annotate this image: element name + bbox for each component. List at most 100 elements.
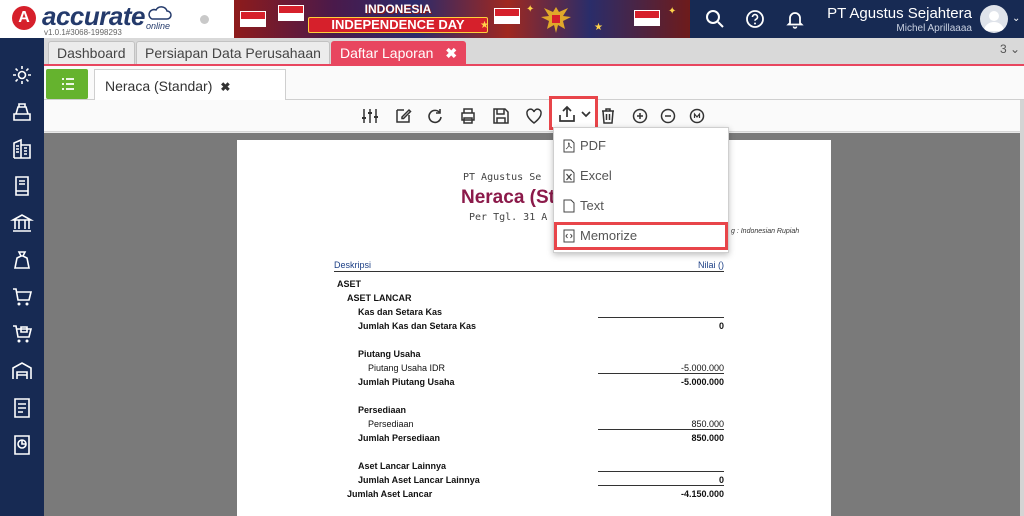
app-window: A accurate online v1.0.1#3068-1998293 IN… <box>0 0 1024 516</box>
report-row-label: ASET <box>337 279 362 289</box>
status-dot <box>200 15 209 24</box>
list-menu-button[interactable] <box>46 69 88 99</box>
menu-item-label: Text <box>580 198 604 213</box>
report-row-value: 850.000 <box>691 419 724 429</box>
zoom-in-icon[interactable] <box>630 106 650 126</box>
tab-label: Daftar Laporan <box>340 45 434 61</box>
banner-title: INDONESIA INDEPENDENCE DAY <box>308 2 488 33</box>
logo-text: accurate <box>42 1 145 31</box>
report-icon[interactable] <box>10 433 34 457</box>
user-name: Michel Aprillaaaa <box>896 23 972 34</box>
company-switcher[interactable]: PT Agustus Sejahtera Michel Aprillaaaa <box>800 5 972 35</box>
logo-online: online <box>146 21 171 31</box>
tax-icon[interactable] <box>10 396 34 420</box>
report-title: Neraca (Sta <box>461 187 566 208</box>
report-row-value: -5.000.000 <box>680 377 724 387</box>
excel-file-icon <box>563 169 575 183</box>
report-row-label: Piutang Usaha <box>358 349 421 359</box>
tab-persiapan-data[interactable]: Persiapan Data Perusahaan <box>136 41 330 64</box>
report-row-value: 0 <box>718 475 724 485</box>
close-icon[interactable]: ✖ <box>445 42 457 64</box>
star-icon: ✦ <box>526 4 535 15</box>
star-icon: ★ <box>480 20 489 31</box>
zoom-out-icon[interactable] <box>658 106 678 126</box>
report-row-label: ASET LANCAR <box>347 293 412 303</box>
text-file-icon <box>563 199 575 213</box>
tab-neraca-standar[interactable]: Neraca (Standar) ✖ <box>94 69 286 102</box>
cloud-icon <box>148 6 172 20</box>
version-text: v1.0.1#3068-1998293 <box>44 28 122 37</box>
garuda-icon <box>541 7 571 33</box>
report-row-label: Persediaan <box>358 405 407 415</box>
book-icon[interactable] <box>10 174 34 198</box>
flag-icon <box>494 8 520 24</box>
report-row-label: Piutang Usaha IDR <box>368 363 446 373</box>
cart-box-icon[interactable] <box>10 322 34 346</box>
refresh-icon[interactable] <box>425 106 445 126</box>
export-icon <box>559 105 575 122</box>
divider <box>598 485 724 486</box>
memorize-highlight <box>554 222 728 250</box>
report-paper: PT Agustus Se Neraca (Sta Per Tgl. 31 A … <box>237 140 831 516</box>
list-icon <box>62 78 74 90</box>
building-icon[interactable] <box>10 137 34 161</box>
cash-register-icon[interactable] <box>10 100 34 124</box>
cart-icon[interactable] <box>10 285 34 309</box>
tab-label: Persiapan Data Perusahaan <box>145 45 321 61</box>
report-row-value: 0 <box>718 321 724 331</box>
close-icon[interactable]: ✖ <box>220 80 230 94</box>
avatar[interactable] <box>980 5 1008 33</box>
money-bag-icon[interactable] <box>10 248 34 272</box>
top-bar: A accurate online v1.0.1#3068-1998293 IN… <box>0 0 1024 38</box>
divider <box>598 429 724 430</box>
banner-line1: INDONESIA <box>364 2 432 16</box>
tab-dashboard[interactable]: Dashboard <box>48 41 135 64</box>
flag-icon <box>278 5 304 21</box>
search-icon[interactable] <box>704 8 726 30</box>
report-currency: g : Indonesian Rupiah <box>731 228 800 235</box>
report-row-value: -5.000.000 <box>680 363 724 373</box>
gear-icon[interactable] <box>10 63 34 87</box>
chevron-down-icon[interactable]: ⌄ <box>1012 13 1020 24</box>
report-toolbar <box>44 96 1020 132</box>
report-row-label: Jumlah Aset Lancar <box>347 489 433 499</box>
print-icon[interactable] <box>458 106 478 126</box>
edit-icon[interactable] <box>393 106 413 126</box>
logo-mark: A <box>12 6 36 30</box>
column-header-nilai: Nilai () <box>598 260 724 272</box>
menu-item-text[interactable]: Text <box>554 192 730 220</box>
independence-banner: INDONESIA INDEPENDENCE DAY ★ ✦ ★ ✦ <box>234 0 690 38</box>
save-icon[interactable] <box>491 106 511 126</box>
report-row-value: 850.000 <box>691 433 724 443</box>
bank-icon[interactable] <box>10 211 34 235</box>
divider <box>598 471 724 472</box>
report-row-label: Jumlah Persediaan <box>358 433 441 443</box>
help-icon[interactable] <box>744 8 766 30</box>
banner-line2: INDEPENDENCE DAY <box>308 17 488 33</box>
export-button[interactable] <box>549 96 598 130</box>
report-date: Per Tgl. 31 A <box>469 212 548 223</box>
pdf-file-icon <box>563 139 575 153</box>
tab-daftar-laporan[interactable]: Daftar Laporan ✖ <box>331 41 467 64</box>
menu-item-pdf[interactable]: PDF <box>554 132 730 160</box>
filter-sliders-icon[interactable] <box>360 106 380 126</box>
tab-count[interactable]: 3 ⌄ <box>1000 42 1020 56</box>
logo-area[interactable]: A accurate online v1.0.1#3068-1998293 <box>0 0 234 38</box>
report-row-label: Kas dan Setara Kas <box>358 307 443 317</box>
zoom-reset-icon[interactable] <box>687 106 707 126</box>
flag-icon <box>634 10 660 26</box>
divider <box>598 373 724 374</box>
export-dropdown-menu: PDF Excel Text Memorize <box>553 127 729 253</box>
warehouse-icon[interactable] <box>10 359 34 383</box>
menu-item-label: Excel <box>580 168 612 183</box>
menu-item-excel[interactable]: Excel <box>554 162 730 190</box>
divider <box>598 317 724 318</box>
delete-icon[interactable] <box>598 106 618 126</box>
vertical-scrollbar[interactable] <box>1020 100 1024 516</box>
heart-icon[interactable] <box>524 106 544 126</box>
star-icon: ★ <box>594 22 603 33</box>
report-row-value: -4.150.000 <box>680 489 724 499</box>
tab-label: Neraca (Standar) <box>105 78 213 94</box>
main-tab-bar: Dashboard Persiapan Data Perusahaan Daft… <box>44 38 1024 64</box>
report-row-label: Jumlah Piutang Usaha <box>358 377 455 387</box>
